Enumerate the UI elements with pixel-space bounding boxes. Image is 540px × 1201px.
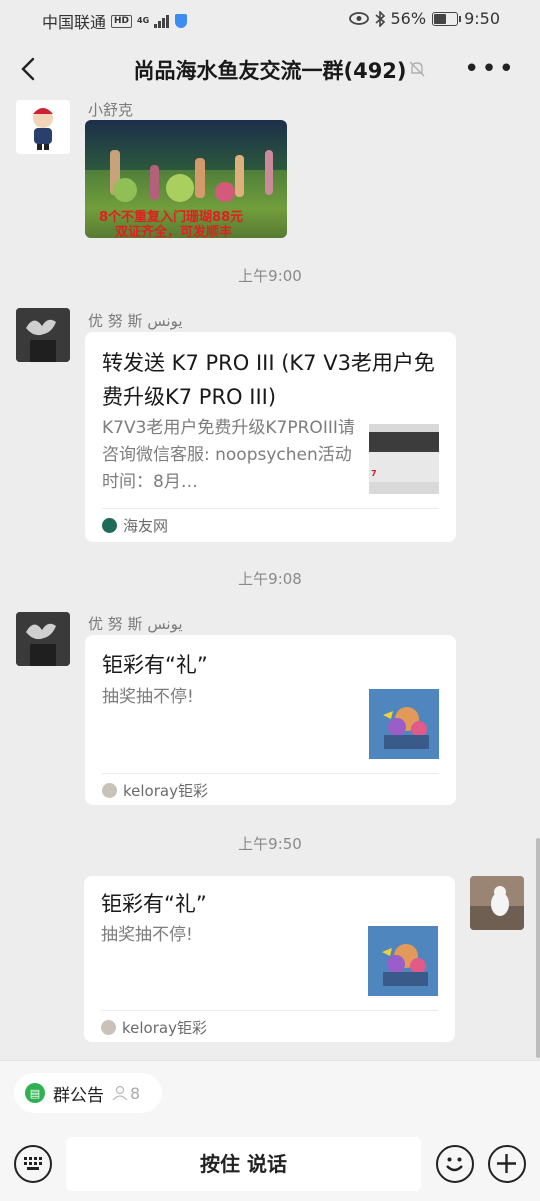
avatar[interactable] [16, 100, 70, 154]
sender-name: 优 努 斯 يونس [88, 312, 183, 330]
card-title: 钜彩有“礼” [101, 892, 207, 916]
notice-label: 群公告 [53, 1085, 104, 1106]
card-thumbnail [368, 926, 438, 996]
card-description: K7V3老用户免费升级K7PROIII请咨询微信客服: noopsychen活动… [102, 418, 355, 492]
network-label: 4G [137, 16, 150, 25]
image-caption-line-2: 双证齐全，可发顺丰 [115, 225, 233, 238]
hd-badge: HD [111, 14, 133, 28]
timestamp: 上午9:00 [238, 267, 302, 285]
input-bar: ▤ 群公告 8 按住 说话 [0, 1060, 540, 1201]
emoji-icon[interactable] [436, 1145, 474, 1183]
card-title: 转发送 K7 PRO III (K7 V3老用户免费升级K7 PRO III) [102, 351, 435, 409]
card-thumbnail: 7 [369, 424, 439, 494]
scrollbar[interactable] [536, 838, 540, 1058]
battery-percent: 56% [390, 9, 427, 28]
group-notice-button[interactable]: ▤ 群公告 8 [14, 1073, 162, 1113]
avatar[interactable] [16, 308, 70, 362]
person-icon [112, 1085, 128, 1101]
card-source-label: keloray钜彩 [123, 782, 208, 800]
timestamp: 上午9:08 [238, 570, 302, 588]
plus-icon[interactable] [488, 1145, 526, 1183]
notice-icon: ▤ [25, 1083, 45, 1103]
card-title: 钜彩有“礼” [102, 653, 208, 677]
card-source-label: 海友网 [123, 517, 169, 535]
chat-header: 尚品海水鱼友交流一群(492) ••• [0, 38, 540, 100]
mute-bell-icon [409, 61, 425, 77]
card-divider [101, 1010, 438, 1011]
image-message[interactable]: 8个不重复入门珊瑚88元 双证齐全，可发顺丰 [85, 120, 287, 238]
shield-icon [175, 14, 188, 28]
more-options-button[interactable]: ••• [464, 54, 516, 84]
avatar[interactable] [16, 612, 70, 666]
signal-icon [154, 14, 170, 28]
timestamp: 上午9:50 [238, 835, 302, 853]
keloray-logo-icon [102, 783, 117, 798]
card-source: keloray钜彩 [101, 1017, 207, 1038]
link-card[interactable]: 转发送 K7 PRO III (K7 V3老用户免费升级K7 PRO III) … [85, 332, 456, 542]
keyboard-icon[interactable] [14, 1145, 52, 1183]
page-title: 尚品海水鱼友交流一群(492) [133, 59, 407, 83]
svg-text:7: 7 [371, 469, 377, 478]
hold-to-talk-button[interactable]: 按住 说话 [66, 1137, 421, 1191]
my-avatar[interactable] [470, 876, 524, 930]
card-divider [102, 508, 439, 509]
card-thumbnail [369, 689, 439, 759]
link-card[interactable]: 钜彩有“礼” 抽奖抽不停! keloray钜彩 [85, 635, 456, 805]
battery-icon [432, 11, 462, 26]
keloray-logo-icon [101, 1020, 116, 1035]
bluetooth-icon [374, 10, 385, 27]
card-source-label: keloray钜彩 [122, 1019, 207, 1037]
link-card[interactable]: 钜彩有“礼” 抽奖抽不停! keloray钜彩 [84, 876, 455, 1042]
carrier-label: 中国联通 [42, 13, 107, 32]
sender-name: 优 努 斯 يونس [88, 615, 183, 633]
card-description: 抽奖抽不停! [102, 687, 194, 707]
eye-icon [348, 12, 369, 25]
haiyou-logo-icon [102, 518, 117, 533]
clock: 9:50 [464, 9, 500, 28]
card-source: keloray钜彩 [102, 780, 208, 801]
status-bar: 中国联通 HD 4G 56% 9:50 [0, 0, 540, 38]
card-source: 海友网 [102, 515, 168, 536]
notice-count: 8 [130, 1083, 141, 1103]
sender-name: 小舒克 [88, 101, 134, 119]
card-divider [102, 773, 439, 774]
card-description: 抽奖抽不停! [101, 925, 193, 945]
